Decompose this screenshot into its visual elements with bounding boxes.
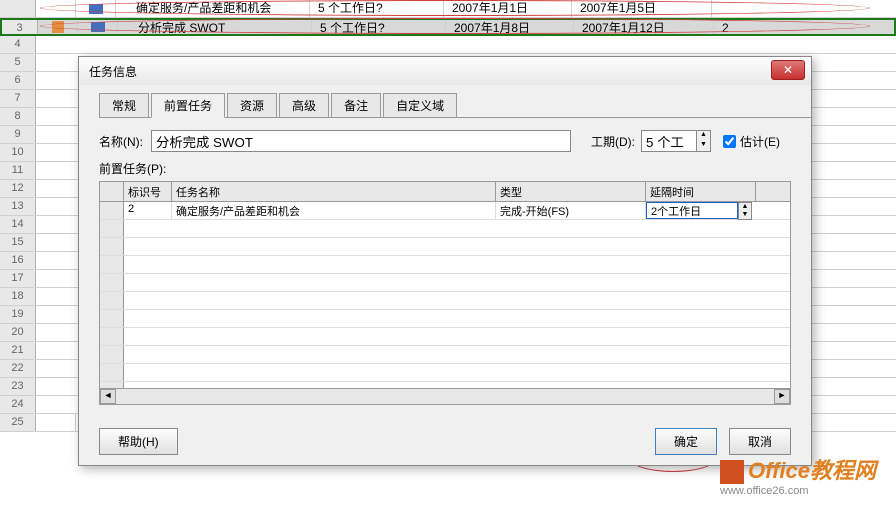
row-number[interactable]: 18 bbox=[0, 288, 36, 305]
estimate-text: 估计(E) bbox=[740, 133, 780, 150]
row-number[interactable]: 11 bbox=[0, 162, 36, 179]
row-number[interactable]: 12 bbox=[0, 180, 36, 197]
grid-cell-lag-input[interactable] bbox=[646, 202, 738, 219]
name-label: 名称(N): bbox=[99, 133, 143, 150]
row-number[interactable]: 25 bbox=[0, 414, 36, 431]
scroll-track[interactable] bbox=[116, 389, 774, 404]
grid-header-row: 标识号 任务名称 类型 延隔时间 bbox=[100, 182, 790, 202]
tab-custom[interactable]: 自定义域 bbox=[383, 93, 457, 117]
row-number[interactable]: 10 bbox=[0, 144, 36, 161]
tab-general[interactable]: 常规 bbox=[99, 93, 149, 117]
indicator-cell bbox=[38, 20, 78, 34]
tab-advanced[interactable]: 高级 bbox=[279, 93, 329, 117]
tab-notes[interactable]: 备注 bbox=[331, 93, 381, 117]
sheet-row[interactable]: 确定服务/产品差距和机会 5 个工作日? 2007年1月1日 2007年1月5日 bbox=[0, 0, 896, 18]
tab-resources[interactable]: 资源 bbox=[227, 93, 277, 117]
row-number[interactable]: 17 bbox=[0, 270, 36, 287]
duration-input[interactable] bbox=[641, 130, 697, 152]
horizontal-scrollbar[interactable]: ◄ ► bbox=[100, 388, 790, 404]
lag-spinner[interactable]: ▲▼ bbox=[738, 202, 752, 220]
task-bar-icon bbox=[91, 22, 105, 32]
row-number[interactable]: 9 bbox=[0, 126, 36, 143]
indicator-cell bbox=[36, 0, 76, 17]
row-number[interactable]: 16 bbox=[0, 252, 36, 269]
grid-row-selector[interactable] bbox=[100, 202, 124, 219]
estimate-checkbox-label[interactable]: 估计(E) bbox=[723, 133, 780, 150]
row-number[interactable]: 5 bbox=[0, 54, 36, 71]
tab-predecessors[interactable]: 前置任务 bbox=[151, 93, 225, 118]
task-pred-cell[interactable] bbox=[712, 0, 812, 17]
row-number[interactable]: 19 bbox=[0, 306, 36, 323]
row-number[interactable]: 21 bbox=[0, 342, 36, 359]
task-name-cell[interactable]: 确定服务/产品差距和机会 bbox=[116, 0, 310, 17]
task-info-dialog: 任务信息 ✕ 常规 前置任务 资源 高级 备注 自定义域 名称(N): 工期(D… bbox=[78, 56, 812, 466]
spinner-down-icon[interactable]: ▼ bbox=[697, 141, 710, 151]
dialog-tabs: 常规 前置任务 资源 高级 备注 自定义域 bbox=[99, 93, 811, 118]
row-number[interactable]: 15 bbox=[0, 234, 36, 251]
predecessors-grid: 标识号 任务名称 类型 延隔时间 2 确定服务/产品差距和机会 完成-开始(FS… bbox=[99, 181, 791, 405]
dialog-title: 任务信息 bbox=[89, 63, 137, 80]
grid-header-name[interactable]: 任务名称 bbox=[172, 182, 496, 201]
close-button[interactable]: ✕ bbox=[771, 60, 805, 80]
spinner-up-icon[interactable]: ▲ bbox=[697, 131, 710, 141]
task-end-cell[interactable]: 2007年1月5日 bbox=[572, 0, 712, 17]
grid-header-type[interactable]: 类型 bbox=[496, 182, 646, 201]
row-number[interactable]: 13 bbox=[0, 198, 36, 215]
task-dur-cell[interactable]: 5 个工作日? bbox=[312, 20, 446, 34]
task-pred-cell[interactable]: 2 bbox=[714, 20, 814, 34]
grid-header-selector[interactable] bbox=[100, 182, 124, 201]
sheet-row-selected[interactable]: 3 分析完成 SWOT 5 个工作日? 2007年1月8日 2007年1月12日… bbox=[0, 18, 896, 36]
row-number[interactable] bbox=[0, 0, 36, 17]
grid-cell-type[interactable]: 完成-开始(FS) bbox=[496, 202, 646, 219]
grid-header-id[interactable]: 标识号 bbox=[124, 182, 172, 201]
row-number[interactable]: 8 bbox=[0, 108, 36, 125]
row-number[interactable]: 14 bbox=[0, 216, 36, 233]
task-icon-cell bbox=[76, 0, 116, 17]
grid-cell-name[interactable]: 确定服务/产品差距和机会 bbox=[172, 202, 496, 219]
spinner-down-icon[interactable]: ▼ bbox=[739, 211, 751, 219]
scroll-left-icon[interactable]: ◄ bbox=[100, 389, 116, 404]
row-number[interactable]: 23 bbox=[0, 378, 36, 395]
task-end-cell[interactable]: 2007年1月12日 bbox=[574, 20, 714, 34]
task-start-cell[interactable]: 2007年1月1日 bbox=[444, 0, 572, 17]
ok-button[interactable]: 确定 bbox=[655, 428, 717, 455]
task-name-cell[interactable]: 分析完成 SWOT bbox=[118, 20, 312, 34]
task-bar-icon bbox=[89, 4, 103, 14]
row-number[interactable]: 4 bbox=[0, 36, 36, 53]
row-number[interactable]: 7 bbox=[0, 90, 36, 107]
dialog-titlebar[interactable]: 任务信息 ✕ bbox=[79, 57, 811, 85]
row-number[interactable]: 24 bbox=[0, 396, 36, 413]
task-start-cell[interactable]: 2007年1月8日 bbox=[446, 20, 574, 34]
grid-header-lag[interactable]: 延隔时间 bbox=[646, 182, 756, 201]
row-number[interactable]: 6 bbox=[0, 72, 36, 89]
grid-cell-id[interactable]: 2 bbox=[124, 202, 172, 219]
row-number[interactable]: 3 bbox=[2, 20, 38, 34]
row-number[interactable]: 20 bbox=[0, 324, 36, 341]
row-number[interactable]: 22 bbox=[0, 360, 36, 377]
duration-label: 工期(D): bbox=[591, 133, 635, 150]
duration-spinner[interactable]: ▲▼ bbox=[697, 130, 711, 152]
indicator-cell bbox=[36, 414, 76, 431]
scroll-right-icon[interactable]: ► bbox=[774, 389, 790, 404]
help-button[interactable]: 帮助(H) bbox=[99, 428, 178, 455]
task-dur-cell[interactable]: 5 个工作日? bbox=[310, 0, 444, 17]
grid-data-row[interactable]: 2 确定服务/产品差距和机会 完成-开始(FS) ▲▼ bbox=[100, 202, 790, 220]
spinner-up-icon[interactable]: ▲ bbox=[739, 203, 751, 211]
estimate-checkbox[interactable] bbox=[723, 135, 736, 148]
cancel-button[interactable]: 取消 bbox=[729, 428, 791, 455]
indicator-icon bbox=[52, 21, 64, 33]
grid-label: 前置任务(P): bbox=[99, 160, 811, 177]
task-icon-cell bbox=[78, 20, 118, 34]
name-input[interactable] bbox=[151, 130, 571, 152]
